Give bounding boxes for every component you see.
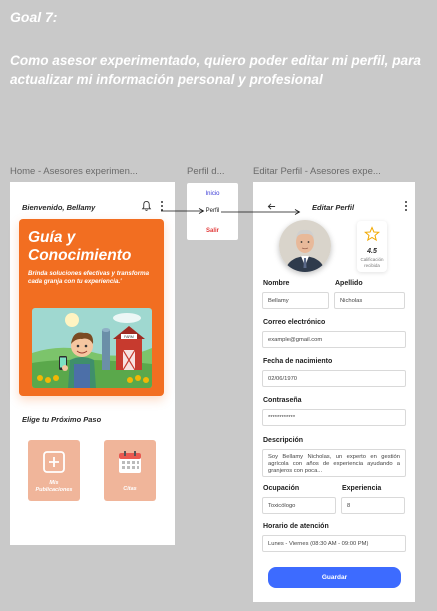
next-step-title: Elige tu Próximo Paso [22, 415, 102, 424]
tile-label-publicaciones: Mis Publicaciones [28, 480, 80, 493]
edit-profile-screen: Editar Perfil 4.5 Calificación recibida … [253, 182, 415, 602]
frame-label-menu: Perfil d... [187, 166, 225, 177]
experience-field[interactable]: 8 [341, 497, 405, 514]
rating-label: Calificación recibida [357, 257, 387, 268]
menu-item-perfil[interactable]: Perfil [187, 208, 238, 214]
calendar-icon [119, 451, 141, 473]
descripcion-label: Descripción [263, 437, 304, 444]
avatar[interactable] [279, 220, 331, 272]
nombre-field[interactable]: Bellamy [262, 292, 329, 309]
plus-square-icon [43, 451, 65, 473]
email-field[interactable]: example@gmail.com [262, 331, 406, 348]
back-arrow-icon[interactable] [267, 202, 276, 211]
bell-icon[interactable] [141, 200, 152, 212]
nombre-label: Nombre [263, 280, 290, 287]
contrasena-label: Contraseña [263, 397, 302, 404]
horario-label: Horario de atención [263, 523, 329, 530]
tile-label-citas: Citas [123, 486, 137, 492]
more-vertical-icon[interactable] [159, 200, 165, 212]
menu-item-salir[interactable]: Salir [187, 228, 238, 234]
profile-menu: Inicio Perfil Salir [187, 183, 238, 240]
rating-label-line-1: Calificación [360, 257, 384, 262]
goal-title: Goal 7: [10, 9, 58, 25]
frame-label-home: Home - Asesores experimen... [10, 166, 138, 177]
rating-card: 4.5 Calificación recibida [357, 221, 387, 272]
edit-profile-title: Editar Perfil [312, 203, 355, 212]
frame-label-edit: Editar Perfil - Asesores expe... [253, 166, 381, 177]
description-field[interactable]: Soy Bellamy Nicholas, un experto en gest… [262, 449, 406, 477]
home-screen: Bienvenido, Bellamy Guía y Conocimiento … [10, 182, 175, 545]
goal-description: Como asesor experimentado, quiero poder … [10, 53, 421, 87]
rating-label-line-2: recibida [364, 262, 380, 268]
barn-sign-text: FARM [124, 335, 134, 339]
experiencia-label: Experiencia [342, 485, 382, 492]
star-icon [364, 226, 380, 242]
apellido-label: Apellido [335, 280, 363, 287]
citas-button[interactable]: Citas [104, 440, 156, 501]
hero-subtitle: Brinda soluciones efectivas y transforma… [28, 270, 150, 285]
greeting-text: Bienvenido, Bellamy [22, 203, 96, 212]
hero-title-line-1: Guía y [28, 229, 76, 246]
more-vertical-icon[interactable] [403, 200, 409, 212]
correo-label: Correo electrónico [263, 319, 326, 326]
save-button[interactable]: Guardar [268, 567, 401, 588]
farmer-illustration: FARM [32, 308, 152, 388]
tile-label-line-2: Publicaciones [35, 486, 73, 493]
apellido-field[interactable]: Nicholas [334, 292, 405, 309]
occupation-field[interactable]: Toxicólogo [262, 497, 336, 514]
hero-title: Guía y Conocimiento [28, 229, 131, 265]
hero-title-line-2: Conocimiento [28, 247, 132, 264]
rating-value: 4.5 [367, 248, 377, 255]
ocupacion-label: Ocupación [263, 485, 300, 492]
schedule-field[interactable]: Lunes - Viernes (08:30 AM - 09:00 PM) [262, 535, 406, 552]
password-field[interactable]: ************ [262, 409, 406, 426]
mis-publicaciones-button[interactable]: Mis Publicaciones [28, 440, 80, 501]
nacimiento-label: Fecha de nacimiento [263, 358, 333, 365]
birthdate-field[interactable]: 02/06/1970 [262, 370, 406, 387]
tile-label-line-1: Mis [49, 480, 59, 486]
hero-card: Guía y Conocimiento Brinda soluciones ef… [19, 219, 164, 396]
menu-item-inicio[interactable]: Inicio [187, 191, 238, 197]
